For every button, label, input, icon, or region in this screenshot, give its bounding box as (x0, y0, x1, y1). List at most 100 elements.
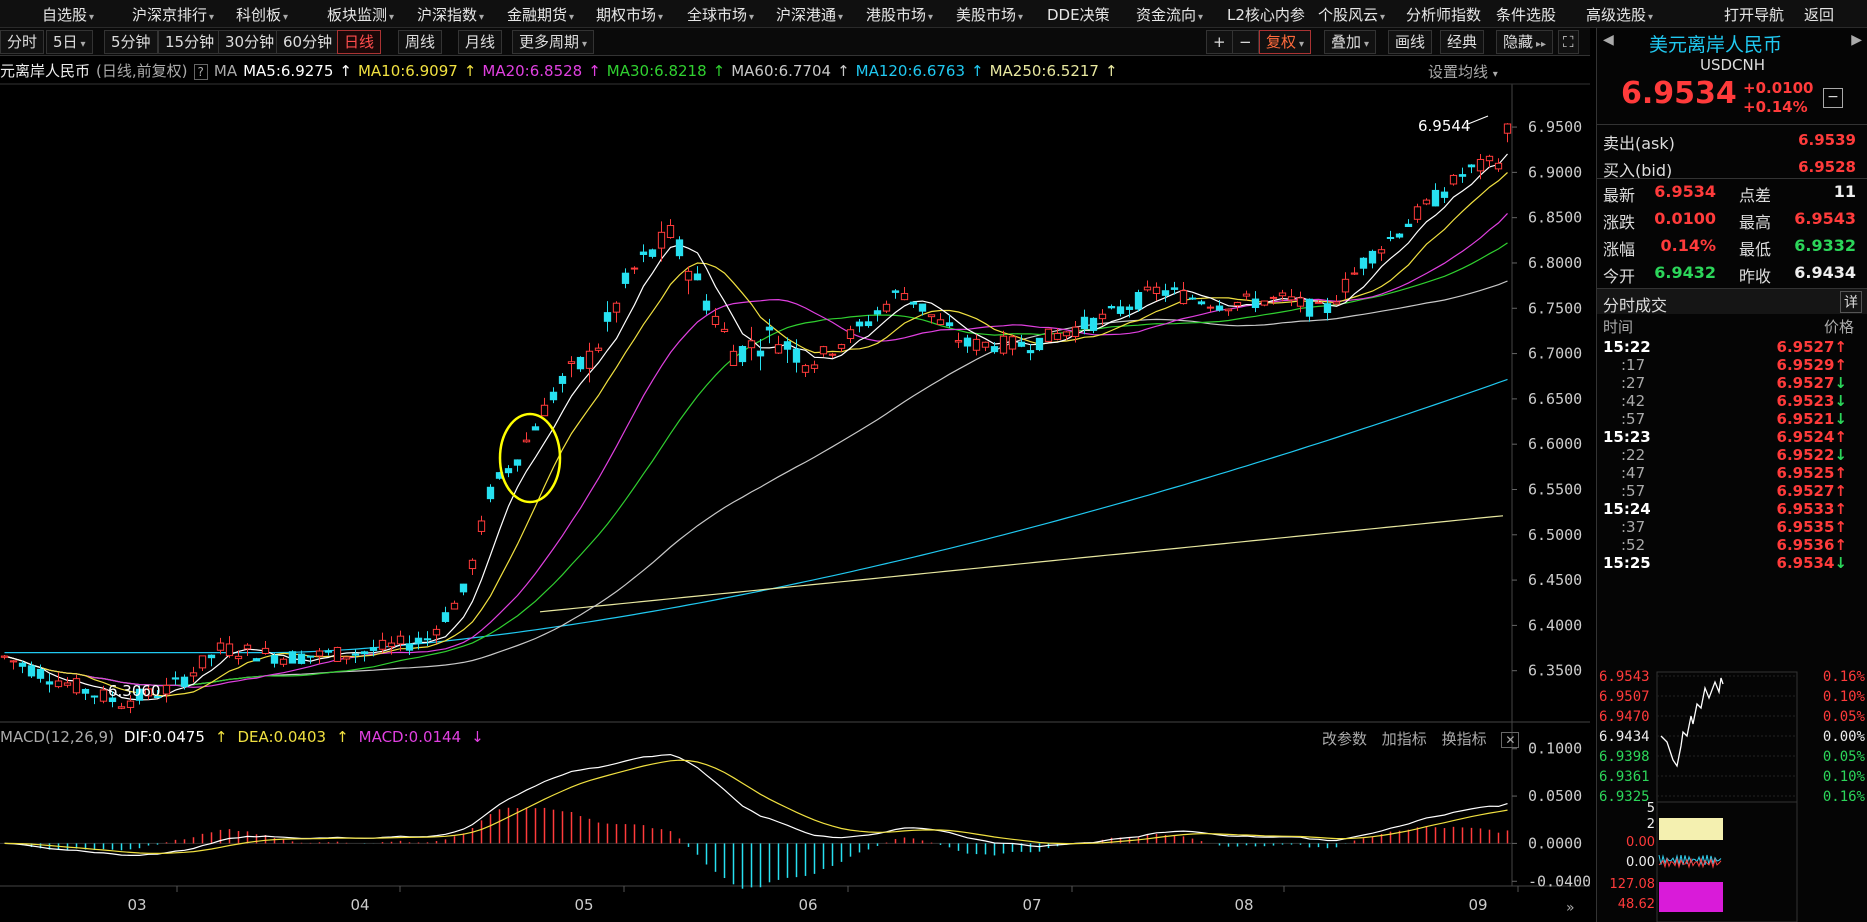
stat-label: 涨幅 (1603, 240, 1636, 259)
chart-area[interactable]: 6.9500 6.9000 6.8500 6.8000 6.7500 6.7000 6.65… (0, 56, 1590, 922)
topbar-item-4[interactable]: 沪深指数 ▾ (417, 4, 484, 24)
chart-tool-button-6[interactable]: 隐藏 ▸▸ (1496, 30, 1554, 54)
open-nav-button[interactable]: 打开导航 (1724, 4, 1784, 24)
scroll-right-icon[interactable]: » (1566, 900, 1575, 916)
y-tick-label: 6.7500 (1528, 299, 1582, 317)
topbar-item-9[interactable]: 港股市场 ▾ (866, 4, 933, 24)
topbar-item-0[interactable]: 自选股 ▾ (42, 4, 94, 24)
topbar-item-2[interactable]: 科创板 ▾ (236, 4, 288, 24)
topbar-item-12[interactable]: 资金流向 ▾ (1136, 4, 1203, 24)
topbar-item-8[interactable]: 沪深港通 ▾ (776, 4, 843, 24)
x-tick-label: 07 (1022, 896, 1041, 914)
detail-button[interactable]: 详 (1840, 291, 1862, 313)
period-button-2[interactable]: 5分钟 (104, 30, 158, 54)
period-button-6[interactable]: 日线 (337, 30, 382, 54)
candle-body (720, 328, 729, 333)
topbar-item-17[interactable]: 高级选股 ▾ (1586, 4, 1653, 24)
topbar-item-15[interactable]: 分析师指数 (1406, 4, 1481, 24)
period-button-1[interactable]: 5日 ▾ (46, 30, 93, 54)
trade-row: 15:24 6.9533↑ (1603, 500, 1847, 518)
candle-body (1422, 199, 1431, 205)
chart-tool-button-5[interactable]: 经典 (1440, 30, 1485, 54)
candle-body (900, 293, 909, 301)
candle-body (774, 344, 783, 354)
macd-label[interactable]: MACD(12,26,9) (0, 728, 114, 746)
chart-tool-button-3[interactable]: 叠加 ▾ (1324, 30, 1377, 54)
candle-body (378, 639, 387, 650)
candle-body (1503, 123, 1512, 134)
candle-body (1098, 313, 1107, 320)
candle-body (207, 654, 216, 659)
candle-body (576, 356, 585, 370)
trade-row: :57 6.9521↓ (1621, 410, 1847, 428)
period-button-8[interactable]: 月线 (458, 30, 503, 54)
fullscreen-icon[interactable]: ⛶ (1558, 30, 1579, 54)
collapse-icon[interactable]: − (1823, 88, 1843, 108)
stat-label: 点差 (1739, 186, 1772, 205)
candle-body (1386, 236, 1395, 239)
add-indicator-button[interactable]: 加指标 (1382, 730, 1427, 748)
chart-tool-button-4[interactable]: 画线 (1388, 30, 1433, 54)
candle-body (1458, 174, 1467, 177)
period-button-5[interactable]: 60分钟 (276, 30, 340, 54)
topbar-item-11[interactable]: DDE决策 (1047, 4, 1110, 24)
period-button-9[interactable]: 更多周期 ▾ (512, 30, 595, 54)
next-arrow-icon[interactable]: ▶ (1851, 32, 1862, 48)
instrument-name: 元离岸人民币 (0, 62, 91, 80)
period-button-0[interactable]: 分时 (0, 30, 45, 54)
period-button-7[interactable]: 周线 (398, 30, 443, 54)
candle-body (126, 700, 135, 708)
quote-panel: ◀ 美元离岸人民币 ▶ USDCNH 6.9534 +0.0100 +0.14%… (1596, 28, 1867, 922)
mini-left-tick: 6.9361 (1599, 769, 1650, 785)
topbar-item-6[interactable]: 期权市场 ▾ (596, 4, 663, 24)
candle-body (801, 365, 810, 373)
topbar-item-14[interactable]: 个股风云 ▾ (1318, 4, 1385, 24)
candle-body (1044, 328, 1053, 342)
chart-tool-button-1[interactable]: − (1232, 30, 1259, 54)
highlight-circle (498, 412, 562, 504)
period-button-3[interactable]: 15分钟 (158, 30, 222, 54)
x-tick-label: 03 (127, 896, 146, 914)
topbar-item-10[interactable]: 美股市场 ▾ (956, 4, 1023, 24)
trade-list[interactable]: 15:22 6.9527↑:17 6.9529↑:27 6.9527↓:42 6.952… (1597, 338, 1867, 648)
period-button-4[interactable]: 30分钟 (218, 30, 282, 54)
prev-arrow-icon[interactable]: ◀ (1603, 32, 1614, 48)
change-params-button[interactable]: 改参数 (1322, 730, 1367, 748)
topbar-item-3[interactable]: 板块监测 ▾ (327, 4, 394, 24)
trade-row: :42 6.9523↓ (1621, 392, 1847, 410)
candle-body (414, 637, 423, 644)
candle-body (1089, 317, 1098, 331)
ma30-value: MA30:6.8218 (606, 62, 707, 80)
candle-body (954, 340, 963, 343)
ma30-line (4, 242, 1508, 687)
topbar-item-5[interactable]: 金融期货 ▾ (507, 4, 574, 24)
candle-body (1260, 300, 1269, 306)
candle-body (1170, 287, 1179, 290)
chart-tool-button-2[interactable]: 复权 ▾ (1259, 30, 1312, 54)
kline-chart[interactable]: 6.9500 6.9000 6.8500 6.8000 6.7500 6.7000 6.65… (0, 56, 1590, 922)
topbar-item-13[interactable]: L2核心内参 (1227, 4, 1305, 24)
x-tick-label: 04 (350, 896, 369, 914)
ma10-value: MA10:6.9097 (357, 62, 458, 80)
candle-body (594, 347, 603, 351)
mini-intraday-chart[interactable]: 6.9543 0.16% 6.9507 0.10% 6.9470 0.05% 6.9434 0… (1597, 634, 1867, 922)
topbar-item-16[interactable]: 条件选股 (1496, 4, 1556, 24)
close-icon[interactable]: ✕ (1501, 732, 1520, 748)
quote-code: USDCNH (1699, 56, 1766, 74)
candle-body (279, 658, 288, 665)
help-icon[interactable]: ? (193, 64, 208, 80)
candle-body (306, 655, 315, 658)
candle-body (891, 290, 900, 293)
back-button[interactable]: 返回 (1804, 4, 1834, 24)
topbar-item-7[interactable]: 全球市场 ▾ (687, 4, 754, 24)
chart-tool-button-0[interactable]: + (1206, 30, 1233, 54)
candle-body (963, 337, 972, 347)
candle-body (873, 310, 882, 315)
trade-row: :37 6.9535↑ (1621, 518, 1847, 536)
switch-indicator-button[interactable]: 换指标 (1442, 730, 1487, 748)
stat-label: 涨跌 (1603, 213, 1636, 232)
candle-body (783, 341, 792, 350)
candle-body (936, 319, 945, 326)
set-ma-button[interactable]: 设置均线 ▾ (1428, 61, 1498, 82)
topbar-item-1[interactable]: 沪深京排行 ▾ (132, 4, 214, 24)
